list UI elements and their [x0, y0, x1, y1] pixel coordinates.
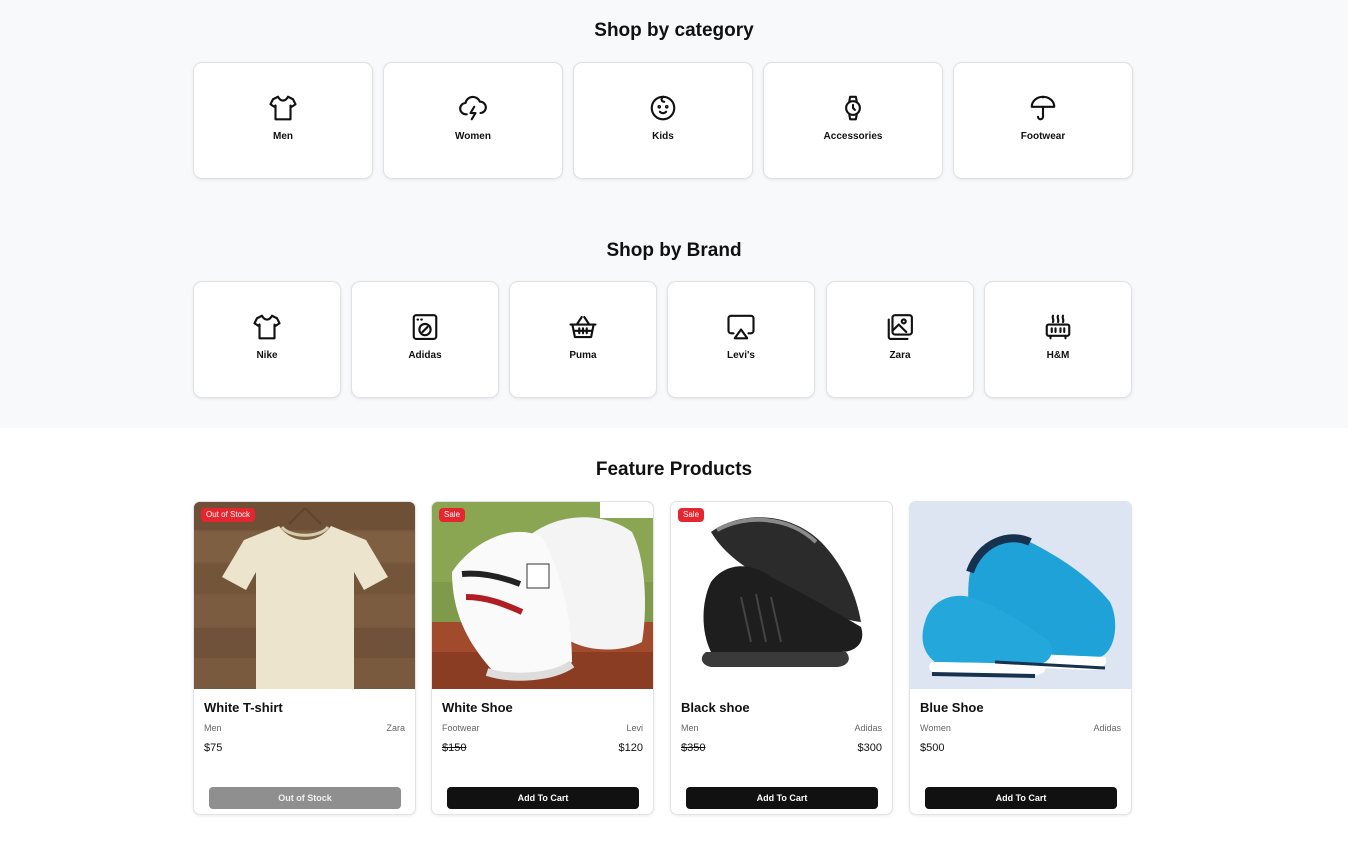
brand-tile-adidas[interactable]: Adidas — [351, 281, 499, 398]
add-to-cart-button[interactable]: Add To Cart — [686, 787, 878, 809]
category-tile-footwear[interactable]: Footwear — [953, 62, 1133, 179]
product-prices: $350 $300 — [681, 742, 882, 754]
product-price: $300 — [857, 742, 882, 754]
product-brand: Levi — [626, 723, 643, 733]
brand-label: H&M — [1046, 350, 1070, 361]
category-label: Accessories — [823, 131, 883, 142]
brand-tile-zara[interactable]: Zara — [826, 281, 974, 398]
white-shoe-image[interactable] — [432, 502, 653, 689]
brand-label: Adidas — [408, 350, 442, 361]
product-brand: Adidas — [1093, 723, 1121, 733]
add-to-cart-button[interactable]: Add To Cart — [925, 787, 1117, 809]
product-name[interactable]: White Shoe — [442, 700, 513, 715]
product-brand: Zara — [386, 723, 405, 733]
brand-tile-puma[interactable]: Puma — [509, 281, 657, 398]
category-tile-accessories[interactable]: Accessories — [763, 62, 943, 179]
category-tile-men[interactable]: Men — [193, 62, 373, 179]
product-category: Women — [920, 723, 951, 733]
watch-icon — [838, 93, 868, 123]
cloud-lightning-icon — [458, 93, 488, 123]
sale-badge: Sale — [439, 508, 466, 522]
product-category: Footwear — [442, 723, 480, 733]
product-old-price: $350 — [681, 742, 706, 754]
product-card-white-shoe[interactable]: Sale White Shoe Footwear Levi $150 $120 … — [431, 501, 654, 815]
product-prices: $75 — [204, 742, 405, 754]
brand-heading: Shop by Brand — [606, 240, 742, 261]
add-to-cart-button[interactable]: Add To Cart — [447, 787, 639, 809]
product-card-black-shoe[interactable]: Sale Black shoe Men Adidas $350 $300 Add… — [670, 501, 893, 815]
tshirt-icon — [268, 93, 298, 123]
product-meta: Women Adidas — [920, 723, 1121, 733]
out-of-stock-badge: Out of Stock — [201, 508, 256, 522]
heater-icon — [1043, 312, 1073, 342]
brand-label: Zara — [889, 350, 911, 361]
brand-tile-nike[interactable]: Nike — [193, 281, 341, 398]
umbrella-icon — [1028, 93, 1058, 123]
product-meta: Men Adidas — [681, 723, 882, 733]
product-prices: $150 $120 — [442, 742, 643, 754]
gallery-icon — [885, 312, 915, 342]
category-label: Footwear — [1020, 131, 1066, 142]
product-brand: Adidas — [854, 723, 882, 733]
blue-shoe-image[interactable] — [910, 502, 1131, 689]
out-of-stock-button[interactable]: Out of Stock — [209, 787, 401, 809]
brand-label: Levi's — [727, 350, 755, 361]
product-prices: $500 — [920, 742, 1121, 754]
category-label: Men — [273, 131, 293, 142]
category-label: Kids — [652, 131, 674, 142]
brand-label: Puma — [569, 350, 597, 361]
product-meta: Men Zara — [204, 723, 405, 733]
basket-icon — [568, 312, 598, 342]
product-category: Men — [681, 723, 699, 733]
product-name[interactable]: Blue Shoe — [920, 700, 984, 715]
product-meta: Footwear Levi — [442, 723, 643, 733]
brand-tile-levis[interactable]: Levi's — [667, 281, 815, 398]
white-tshirt-image[interactable] — [194, 502, 415, 689]
product-card-white-tshirt[interactable]: Out of Stock White T-shirt Men Zara $75 … — [193, 501, 416, 815]
product-price: $500 — [920, 742, 945, 754]
sale-badge: Sale — [678, 508, 705, 522]
baby-face-icon — [648, 93, 678, 123]
category-label: Women — [455, 131, 491, 142]
product-card-blue-shoe[interactable]: Blue Shoe Women Adidas $500 Add To Cart — [909, 501, 1132, 815]
product-price: $75 — [204, 742, 223, 754]
product-name[interactable]: White T-shirt — [204, 700, 283, 715]
product-price: $120 — [618, 742, 643, 754]
washing-machine-icon — [410, 312, 440, 342]
brand-tile-hm[interactable]: H&M — [984, 281, 1132, 398]
category-tile-kids[interactable]: Kids — [573, 62, 753, 179]
airplay-icon — [726, 312, 756, 342]
tshirt-icon — [252, 312, 282, 342]
category-tile-women[interactable]: Women — [383, 62, 563, 179]
category-heading: Shop by category — [594, 20, 754, 41]
product-category: Men — [204, 723, 222, 733]
brand-label: Nike — [256, 350, 278, 361]
featured-heading: Feature Products — [595, 459, 753, 480]
product-old-price: $150 — [442, 742, 467, 754]
black-shoe-image[interactable] — [671, 502, 892, 689]
product-name[interactable]: Black shoe — [681, 700, 750, 715]
